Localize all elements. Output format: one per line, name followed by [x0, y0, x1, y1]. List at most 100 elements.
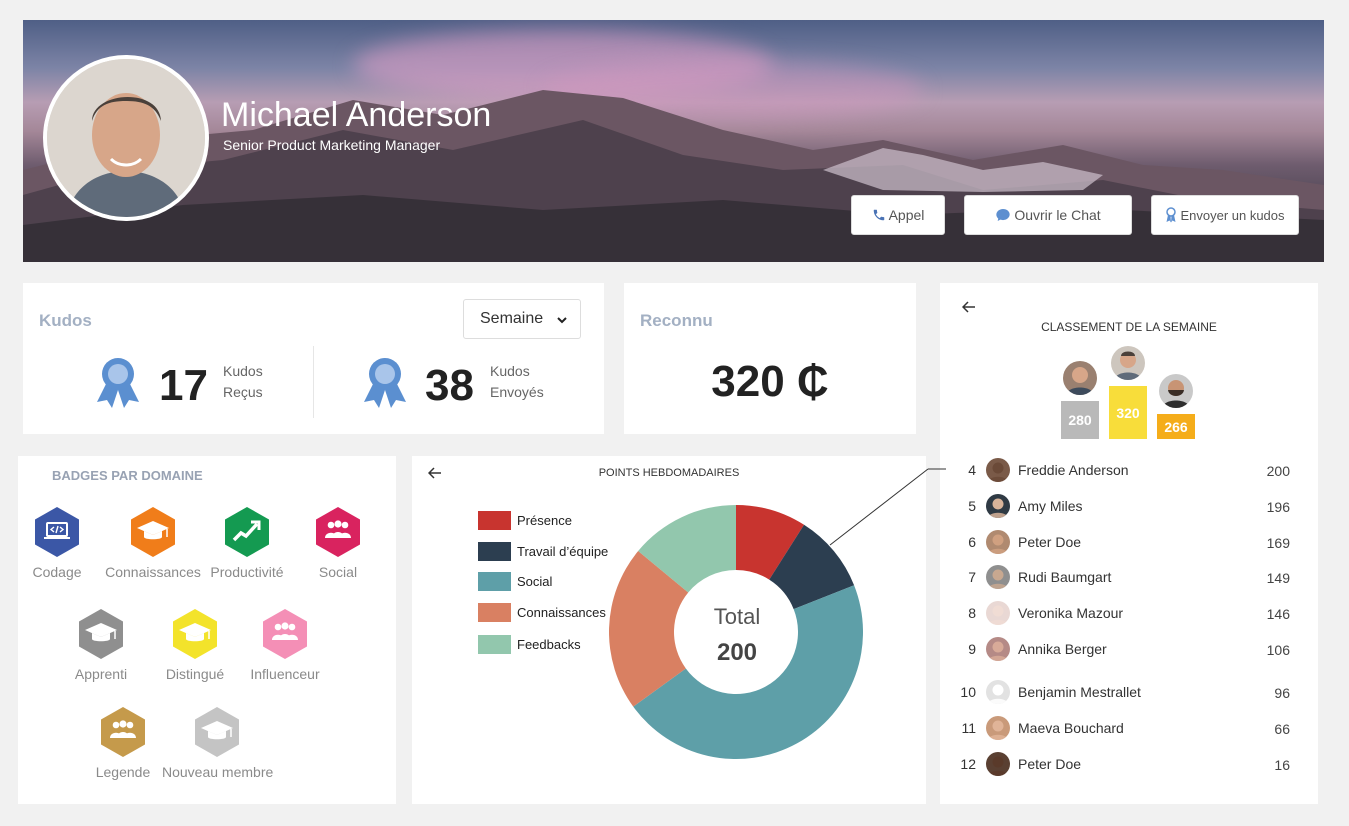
user-avatar[interactable]	[986, 716, 1010, 740]
badges-card: BADGES PAR DOMAINE Codage Connaissances Pr…	[18, 456, 396, 804]
leaderboard-title: CLASSEMENT DE LA SEMAINE	[1041, 320, 1217, 334]
legend-label: Présence	[517, 512, 572, 528]
badge-nouveau-membre[interactable]: Nouveau membre	[162, 706, 274, 780]
user-name[interactable]: Peter Doe	[1018, 534, 1081, 550]
legend-item[interactable]: Travail d’équipe	[478, 541, 608, 561]
rank-number: 8	[968, 605, 976, 621]
ranking-row[interactable]: 12 Peter Doe 16	[940, 750, 1318, 778]
badge-label: Influenceur	[250, 666, 320, 682]
podium-bar-2: 280	[1061, 401, 1099, 439]
badge-label: Nouveau membre	[162, 764, 274, 780]
user-avatar[interactable]	[986, 530, 1010, 554]
kudos-sent-label-line1: Kudos	[490, 363, 530, 379]
avatar-portrait	[47, 59, 205, 217]
kudos-sent-label-line2: Envoyés	[490, 384, 544, 400]
recognized-card: Reconnu 320 ₵	[624, 283, 916, 434]
user-name[interactable]: Maeva Bouchard	[1018, 720, 1124, 736]
rank-number: 4	[968, 462, 976, 478]
legend-item[interactable]: Présence	[478, 510, 572, 530]
legend-swatch	[478, 541, 511, 561]
badges-card-title: BADGES PAR DOMAINE	[52, 468, 203, 483]
legend-swatch	[478, 634, 511, 654]
rank-number: 11	[961, 720, 976, 736]
user-points: 169	[1266, 535, 1290, 551]
legend-label: Connaissances	[517, 604, 606, 620]
user-name[interactable]: Peter Doe	[1018, 756, 1081, 772]
podium-avatar-1[interactable]	[1109, 344, 1147, 382]
profile-name: Michael Anderson	[221, 96, 492, 134]
profile-avatar	[43, 55, 209, 221]
send-kudos-button[interactable]: Envoyer un kudos	[1151, 195, 1299, 235]
user-points: 149	[1266, 570, 1290, 586]
legend-label: Social	[517, 573, 553, 589]
period-select-value: Semaine	[480, 310, 544, 327]
user-name[interactable]: Annika Berger	[1018, 641, 1107, 657]
phone-icon	[873, 209, 884, 221]
legend-item[interactable]: Social	[478, 571, 552, 591]
badge-influenceur[interactable]: Influenceur	[230, 608, 340, 682]
user-name[interactable]: Benjamin Mestrallet	[1018, 684, 1141, 700]
people-group-icon	[101, 707, 145, 757]
user-avatar[interactable]	[986, 565, 1010, 589]
podium-avatar-2[interactable]	[1061, 359, 1099, 397]
ranking-row[interactable]: 7 Rudi Baumgart 149	[940, 563, 1318, 591]
ranking-row[interactable]: 5 Amy Miles 196	[940, 492, 1318, 520]
rank-number: 10	[960, 684, 976, 700]
people-group-icon	[263, 609, 307, 659]
legend-item[interactable]: Feedbacks	[478, 634, 581, 654]
user-points: 196	[1266, 499, 1290, 515]
open-chat-button[interactable]: Ouvrir le Chat	[964, 195, 1132, 235]
ranking-row[interactable]: 11 Maeva Bouchard 66	[940, 714, 1318, 742]
period-select[interactable]: Semaine	[463, 299, 581, 339]
user-name[interactable]: Amy Miles	[1018, 498, 1083, 514]
legend-label: Feedbacks	[517, 636, 581, 652]
chart-total-label: Total	[713, 604, 761, 629]
ranking-row[interactable]: 4 Freddie Anderson 200	[940, 456, 1318, 484]
chart-total-value: 200	[716, 639, 758, 666]
kudos-divider	[313, 346, 314, 418]
ranking-row[interactable]: 6 Peter Doe 169	[940, 528, 1318, 556]
user-avatar[interactable]	[986, 494, 1010, 518]
callout-connector-line	[829, 468, 946, 546]
ranking-row[interactable]: 10 Benjamin Mestrallet 96	[940, 678, 1318, 706]
user-points: 16	[1274, 757, 1290, 773]
leaderboard-card: CLASSEMENT DE LA SEMAINE 280 320 266 4 Fr…	[940, 283, 1318, 804]
badge-codage[interactable]: Codage	[2, 506, 112, 580]
kudos-received-ribbon-icon	[97, 358, 139, 408]
user-avatar[interactable]	[986, 637, 1010, 661]
user-avatar[interactable]	[986, 601, 1010, 625]
podium-avatar-3[interactable]	[1157, 372, 1195, 410]
user-avatar[interactable]	[986, 752, 1010, 776]
legend-item[interactable]: Connaissances	[478, 602, 606, 622]
laptop-code-icon	[35, 507, 79, 557]
kudos-card: Kudos Semaine 17 Kudos Reçus 38 Kudos En…	[23, 283, 604, 434]
ranking-row[interactable]: 9 Annika Berger 106	[940, 635, 1318, 663]
user-name[interactable]: Veronika Mazour	[1018, 605, 1123, 621]
user-name[interactable]: Freddie Anderson	[1018, 462, 1129, 478]
user-avatar[interactable]	[986, 680, 1010, 704]
legend-swatch	[478, 510, 511, 530]
kudos-card-title: Kudos	[39, 311, 92, 330]
user-points: 66	[1274, 721, 1290, 737]
kudos-received-count: 17	[159, 361, 208, 410]
graduation-cap-icon	[79, 609, 123, 659]
badge-social[interactable]: Social	[283, 506, 393, 580]
recognized-points-value: 320 ₵	[711, 357, 829, 406]
call-button[interactable]: Appel	[851, 195, 945, 235]
back-arrow-icon[interactable]	[962, 300, 976, 314]
kudos-received-label-line2: Reçus	[223, 384, 263, 400]
profile-banner: Michael Anderson Senior Product Marketin…	[23, 20, 1324, 262]
graduation-cap-icon	[195, 707, 239, 757]
badge-label: Codage	[32, 564, 82, 580]
user-points: 200	[1266, 463, 1290, 479]
rank-number: 5	[968, 498, 976, 514]
user-points: 146	[1266, 606, 1290, 622]
user-points: 96	[1274, 685, 1290, 701]
graduation-cap-icon	[173, 609, 217, 659]
ranking-row[interactable]: 8 Veronika Mazour 146	[940, 599, 1318, 627]
people-group-icon	[316, 507, 360, 557]
user-name[interactable]: Rudi Baumgart	[1018, 569, 1111, 585]
growth-chart-icon	[225, 507, 269, 557]
legend-swatch	[478, 602, 511, 622]
user-avatar[interactable]	[986, 458, 1010, 482]
